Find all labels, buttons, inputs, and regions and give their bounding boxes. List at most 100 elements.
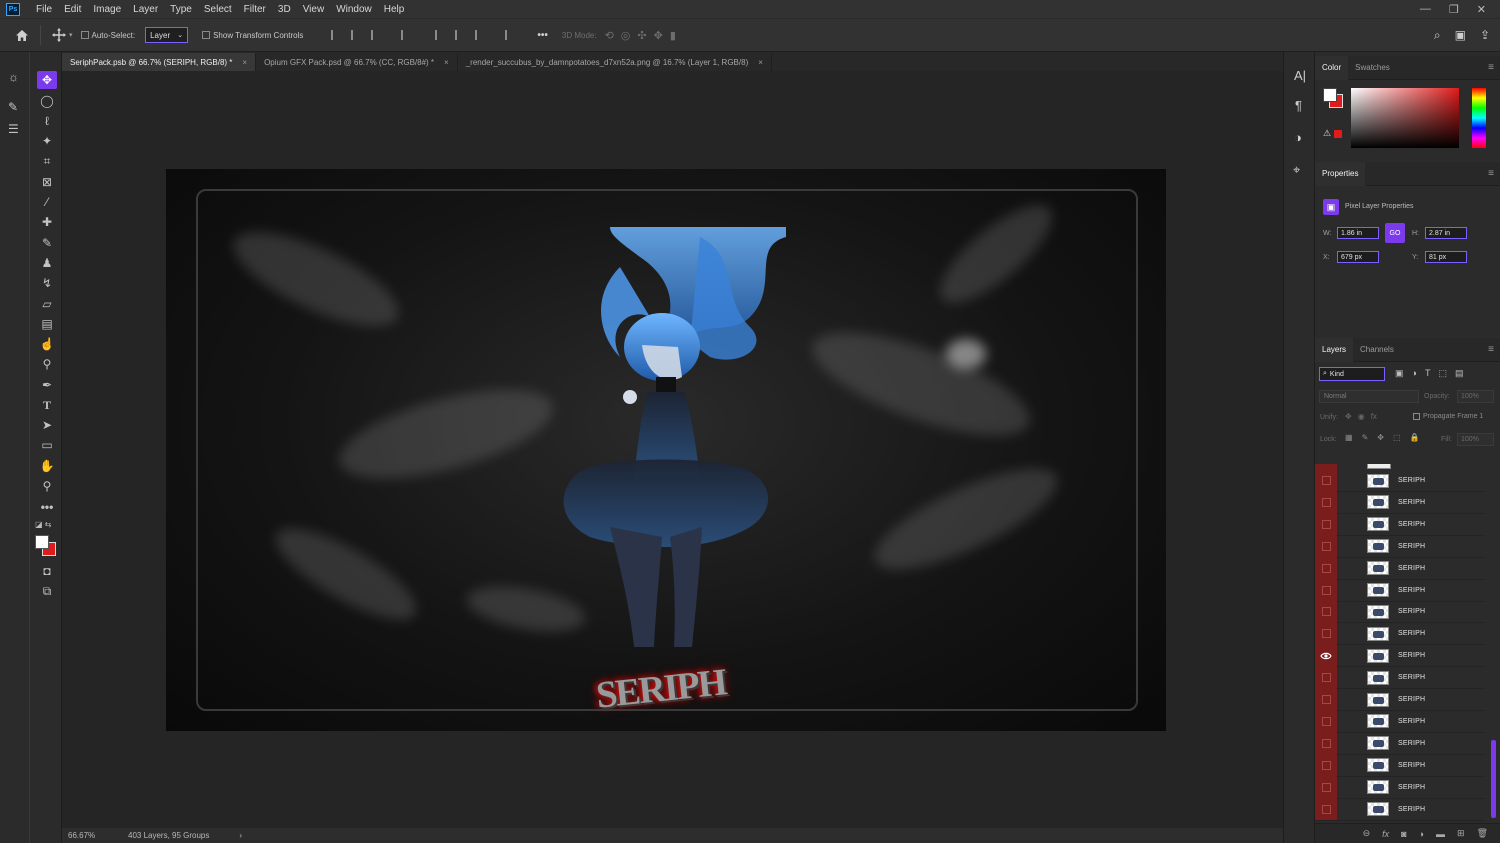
lock-all-icon[interactable]: 🔒 bbox=[1410, 433, 1420, 442]
menu-image[interactable]: Image bbox=[87, 4, 127, 15]
lasso-icon[interactable]: ℓ bbox=[37, 112, 57, 130]
move-tool-icon[interactable]: ✥ bbox=[37, 71, 57, 89]
eyedropper-icon[interactable]: ⁄ bbox=[37, 193, 57, 211]
smudge-icon[interactable]: ☝ bbox=[37, 335, 57, 353]
minimize-button[interactable]: — bbox=[1420, 3, 1431, 16]
layer-row[interactable]: SERIPH bbox=[1315, 644, 1486, 668]
character-panel-icon[interactable]: A| bbox=[1294, 68, 1306, 83]
unify-visibility-icon[interactable]: ◉ bbox=[1358, 412, 1365, 421]
visibility-toggle[interactable] bbox=[1315, 579, 1337, 601]
edit-toolbar-icon[interactable]: ••• bbox=[37, 498, 57, 516]
align-left-icon[interactable] bbox=[331, 30, 343, 40]
close-tab-icon[interactable]: × bbox=[242, 58, 247, 67]
tab-layers[interactable]: Layers bbox=[1315, 337, 1354, 362]
layer-row[interactable]: SERIPH bbox=[1315, 754, 1486, 777]
adjustments-panel-icon[interactable]: ◑ bbox=[1294, 130, 1302, 145]
pan-3d-icon[interactable]: ✣ bbox=[637, 29, 646, 42]
visibility-toggle[interactable] bbox=[1315, 754, 1337, 777]
layer-row[interactable]: SERIPH bbox=[1315, 798, 1486, 821]
workspace-icon[interactable]: ▣ bbox=[1455, 28, 1466, 42]
height-field[interactable]: 2.87 in bbox=[1425, 227, 1467, 239]
more-options-button[interactable]: ••• bbox=[537, 30, 548, 41]
opacity-field[interactable]: 100% bbox=[1457, 390, 1494, 403]
tab-properties[interactable]: Properties bbox=[1315, 161, 1366, 186]
visibility-toggle[interactable] bbox=[1315, 535, 1337, 558]
lock-position-icon[interactable]: ✥ bbox=[1377, 433, 1384, 442]
auto-select-dropdown[interactable]: Layer ⌄ bbox=[145, 27, 189, 43]
lock-artboard-icon[interactable]: ⬚ bbox=[1393, 433, 1401, 442]
gamut-color-chip[interactable] bbox=[1334, 130, 1342, 138]
pen-icon[interactable]: ✒ bbox=[37, 376, 57, 394]
y-field[interactable]: 81 px bbox=[1425, 251, 1467, 263]
propagate-frame-checkbox[interactable]: Propagate Frame 1 bbox=[1413, 413, 1483, 420]
menu-edit[interactable]: Edit bbox=[58, 4, 87, 15]
fill-field[interactable]: 100% bbox=[1457, 433, 1494, 446]
foreground-color-chip[interactable] bbox=[1323, 88, 1337, 102]
menu-help[interactable]: Help bbox=[378, 4, 411, 15]
align-vcenter-icon[interactable] bbox=[455, 30, 467, 40]
ellipse-marquee-icon[interactable]: ◯ bbox=[37, 92, 57, 110]
hand-icon[interactable]: ✋ bbox=[37, 457, 57, 475]
align-right-icon[interactable] bbox=[371, 30, 383, 40]
brush-icon[interactable]: ✎ bbox=[37, 234, 57, 252]
panel-menu-icon[interactable]: ≡ bbox=[1488, 344, 1494, 355]
zoom-level[interactable]: 66.67% bbox=[68, 831, 124, 840]
layers-list[interactable]: SERIPH SERIPH SERIPH SERIPH SERIPH SERIPH SERI… bbox=[1315, 464, 1500, 823]
menu-type[interactable]: Type bbox=[164, 4, 198, 15]
layer-row[interactable]: SERIPH bbox=[1315, 535, 1486, 558]
menu-filter[interactable]: Filter bbox=[238, 4, 272, 15]
paths-panel-icon[interactable]: ⌖ bbox=[1293, 162, 1300, 178]
visibility-toggle[interactable] bbox=[1315, 622, 1337, 645]
visibility-toggle[interactable] bbox=[1315, 491, 1337, 514]
history-brush-icon[interactable]: ↯ bbox=[37, 274, 57, 292]
maximize-button[interactable]: ❐ bbox=[1449, 3, 1459, 16]
panel-menu-icon[interactable]: ≡ bbox=[1488, 62, 1494, 73]
align-hcenter-icon[interactable] bbox=[351, 30, 363, 40]
hue-slider[interactable] bbox=[1472, 88, 1486, 148]
menu-file[interactable]: File bbox=[30, 4, 58, 15]
home-icon[interactable] bbox=[14, 27, 30, 43]
frame-tool-icon[interactable]: ⊠ bbox=[37, 173, 57, 191]
menu-view[interactable]: View bbox=[297, 4, 331, 15]
new-layer-icon[interactable]: ⊞ bbox=[1457, 828, 1465, 839]
visibility-toggle[interactable] bbox=[1315, 776, 1337, 799]
camera-3d-icon[interactable]: ▮ bbox=[670, 29, 676, 42]
orbit-3d-icon[interactable]: ⟲ bbox=[605, 29, 614, 42]
layer-row[interactable]: SERIPH bbox=[1315, 710, 1486, 733]
filter-kind-dropdown[interactable]: ⌕ Kind bbox=[1319, 367, 1385, 381]
close-tab-icon[interactable]: × bbox=[444, 58, 449, 67]
magic-wand-icon[interactable]: ✦ bbox=[37, 132, 57, 150]
lock-transparency-icon[interactable]: ▦ bbox=[1345, 433, 1353, 442]
fx-icon[interactable]: fx bbox=[1382, 829, 1389, 839]
unify-style-icon[interactable]: fx bbox=[1371, 412, 1377, 421]
gradient-icon[interactable]: ▤ bbox=[37, 315, 57, 333]
filter-type-icon[interactable]: T bbox=[1425, 368, 1431, 379]
brightness-icon[interactable]: ☼ bbox=[8, 70, 19, 84]
trash-icon[interactable]: 🗑 bbox=[1477, 828, 1488, 839]
move-tool-icon[interactable] bbox=[51, 27, 67, 43]
visibility-toggle[interactable] bbox=[1315, 513, 1337, 536]
clone-stamp-icon[interactable]: ♟ bbox=[37, 254, 57, 272]
align-bottom-icon[interactable] bbox=[475, 30, 487, 40]
link-dimensions-button[interactable]: GO bbox=[1385, 223, 1405, 243]
eraser-icon[interactable]: ▱ bbox=[37, 295, 57, 313]
tab-seriphpack[interactable]: SeriphPack.psb @ 66.7% (SERIPH, RGB/8) *… bbox=[62, 53, 257, 71]
zoom-icon[interactable]: ⚲ bbox=[37, 477, 57, 495]
layer-row[interactable]: SERIPH bbox=[1315, 469, 1486, 492]
x-field[interactable]: 679 px bbox=[1337, 251, 1379, 263]
visibility-toggle[interactable] bbox=[1315, 600, 1337, 623]
color-field[interactable] bbox=[1351, 88, 1459, 148]
foreground-color-swatch[interactable] bbox=[35, 535, 49, 549]
gamut-warning-icon[interactable]: ⚠ bbox=[1323, 128, 1331, 139]
quick-mask-icon[interactable]: ◘ bbox=[37, 562, 57, 580]
lock-pixels-icon[interactable]: ✎ bbox=[1362, 433, 1369, 442]
adjustments-icon[interactable]: ☰ bbox=[8, 122, 19, 136]
search-icon[interactable]: ⌕ bbox=[1434, 28, 1441, 43]
filter-smartobject-icon[interactable]: ▤ bbox=[1455, 368, 1464, 379]
menu-3d[interactable]: 3D bbox=[272, 4, 297, 15]
filter-adjustment-icon[interactable]: ◑ bbox=[1412, 368, 1417, 379]
tab-opium-gfx[interactable]: Opium GFX Pack.psd @ 66.7% (CC, RGB/8#) … bbox=[256, 53, 458, 71]
link-icon[interactable]: ⊖ bbox=[1363, 828, 1371, 839]
blend-mode-dropdown[interactable]: Normal bbox=[1319, 390, 1419, 403]
distribute-icon[interactable] bbox=[401, 30, 413, 40]
